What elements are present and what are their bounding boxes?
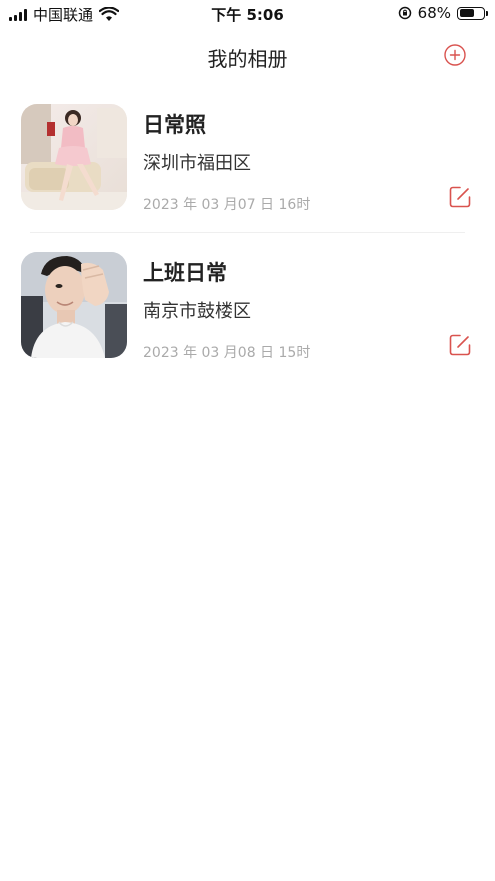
album-date: 2023 年 03 月07 日 16时 <box>143 197 311 213</box>
status-bar: 中国联通 下午 5:06 68% <box>0 0 495 28</box>
add-album-button[interactable] <box>444 44 466 66</box>
album-cover[interactable] <box>21 104 127 210</box>
orientation-lock-icon <box>398 6 411 20</box>
page-title: 我的相册 <box>207 47 288 71</box>
list-divider <box>30 232 465 233</box>
album-location: 南京市鼓楼区 <box>143 301 251 322</box>
battery-percent: 68% <box>417 4 451 22</box>
edit-album-button[interactable] <box>447 184 473 210</box>
album-item[interactable]: 上班日常 南京市鼓楼区 2023 年 03 月08 日 15时 <box>0 248 495 396</box>
album-date: 2023 年 03 月08 日 15时 <box>143 345 311 361</box>
status-right: 68% <box>398 4 488 22</box>
album-name: 日常照 <box>143 113 206 137</box>
nav-bar: 我的相册 <box>0 28 495 84</box>
edit-album-button[interactable] <box>447 332 473 358</box>
album-cover[interactable] <box>21 252 127 358</box>
album-name: 上班日常 <box>143 261 227 285</box>
album-item[interactable]: 日常照 深圳市福田区 2023 年 03 月07 日 16时 <box>0 100 495 248</box>
cover-photo-woman <box>21 104 127 210</box>
album-location: 深圳市福田区 <box>143 153 251 174</box>
battery-icon <box>457 6 488 20</box>
cover-photo-man <box>21 252 127 358</box>
battery-fill <box>459 9 475 17</box>
album-list: 日常照 深圳市福田区 2023 年 03 月07 日 16时 上班日常 南京市鼓… <box>0 100 495 396</box>
